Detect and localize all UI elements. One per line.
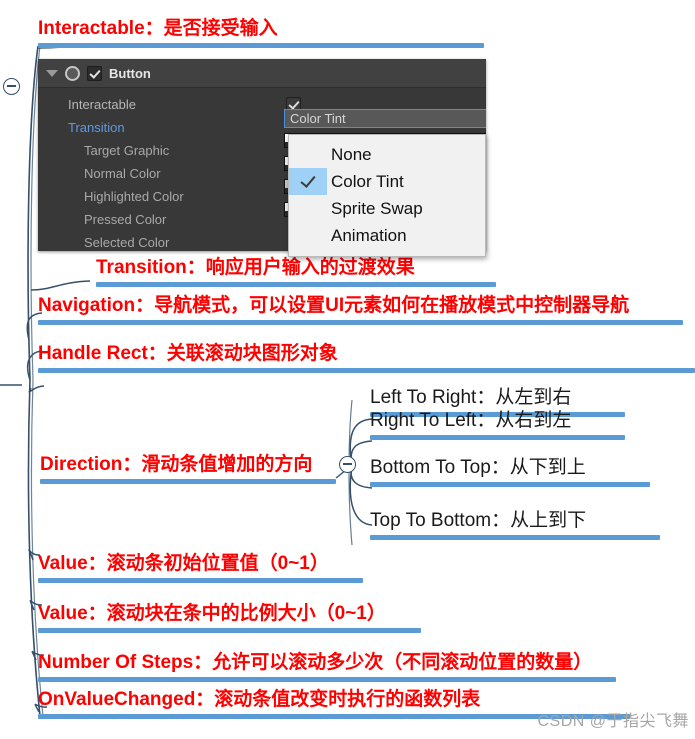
node-right-to-left-label: Right To Left：从右到左 bbox=[370, 410, 572, 431]
node-navigation-label: Navigation：导航模式，可以设置UI元素如何在播放模式中控制器导航 bbox=[38, 295, 630, 316]
node-value-size[interactable]: Value：滚动块在条中的比例大小（0~1） bbox=[38, 601, 421, 633]
row-label: Transition bbox=[68, 120, 125, 135]
node-underline bbox=[38, 320, 683, 325]
dropdown-check-slot bbox=[289, 168, 327, 195]
node-underline bbox=[38, 578, 363, 583]
node-direction-label: Direction：滑动条值增加的方向 bbox=[40, 454, 313, 475]
component-title: Button bbox=[109, 65, 151, 81]
node-number-of-steps[interactable]: Number Of Steps：允许可以滚动多少次（不同滚动位置的数量） bbox=[38, 650, 616, 682]
foldout-triangle-icon[interactable] bbox=[46, 69, 58, 77]
row-label: Normal Color bbox=[84, 166, 161, 181]
dropdown-item-animation[interactable]: Animation bbox=[289, 222, 485, 249]
node-underline bbox=[38, 628, 421, 633]
node-underline bbox=[38, 43, 484, 48]
node-underline bbox=[370, 535, 660, 540]
transition-enum-value: Color Tint bbox=[290, 111, 346, 126]
dropdown-check-slot bbox=[289, 195, 327, 222]
node-handle-rect[interactable]: Handle Rect：关联滚动块图形对象 bbox=[38, 341, 695, 373]
node-right-to-left[interactable]: Right To Left：从右到左 bbox=[370, 408, 625, 440]
direction-collapse-icon[interactable] bbox=[339, 456, 356, 473]
node-bottom-to-top-label: Bottom To Top：从下到上 bbox=[370, 457, 586, 478]
node-value-position-label: Value：滚动条初始位置值（0~1） bbox=[38, 553, 329, 574]
minus-glyph bbox=[343, 463, 352, 465]
node-interactable-label: Interactable：是否接受输入 bbox=[38, 18, 278, 39]
dropdown-item-color-tint[interactable]: Color Tint bbox=[289, 168, 485, 195]
node-underline bbox=[40, 479, 336, 484]
transition-dropdown-menu[interactable]: None Color Tint Sprite Swap Animation bbox=[288, 134, 486, 257]
root-collapse-icon[interactable] bbox=[3, 78, 20, 95]
node-value-position[interactable]: Value：滚动条初始位置值（0~1） bbox=[38, 551, 363, 583]
csdn-watermark: CSDN @于指尖飞舞 bbox=[537, 713, 689, 730]
row-label: Selected Color bbox=[84, 235, 170, 250]
node-top-to-bottom-label: Top To Bottom：从上到下 bbox=[370, 510, 587, 531]
node-navigation[interactable]: Navigation：导航模式，可以设置UI元素如何在播放模式中控制器导航 bbox=[38, 293, 683, 325]
node-underline bbox=[38, 677, 616, 682]
node-transition[interactable]: Transition：响应用户输入的过渡效果 bbox=[96, 255, 496, 287]
dropdown-check-slot bbox=[289, 141, 327, 168]
component-header: Button bbox=[38, 59, 486, 88]
node-underline bbox=[370, 482, 650, 487]
node-top-to-bottom[interactable]: Top To Bottom：从上到下 bbox=[370, 508, 660, 540]
dropdown-item-label: Animation bbox=[331, 225, 407, 245]
component-enabled-checkbox[interactable] bbox=[87, 65, 102, 81]
mindmap-canvas: Interactable：是否接受输入 Button Interactable … bbox=[0, 0, 695, 739]
node-handle-rect-label: Handle Rect：关联滚动块图形对象 bbox=[38, 343, 338, 364]
row-label: Target Graphic bbox=[84, 143, 170, 158]
row-label: Highlighted Color bbox=[84, 189, 184, 204]
row-label: Pressed Color bbox=[84, 212, 167, 227]
node-underline bbox=[370, 435, 625, 440]
node-transition-label: Transition：响应用户输入的过渡效果 bbox=[96, 257, 415, 278]
node-number-of-steps-label: Number Of Steps：允许可以滚动多少次（不同滚动位置的数量） bbox=[38, 652, 593, 673]
node-direction[interactable]: Direction：滑动条值增加的方向 bbox=[40, 452, 336, 484]
row-label: Interactable bbox=[68, 97, 136, 112]
minus-glyph bbox=[7, 85, 16, 87]
node-underline bbox=[38, 368, 695, 373]
dropdown-item-label: Color Tint bbox=[331, 171, 404, 191]
node-underline bbox=[96, 282, 496, 287]
dropdown-item-sprite-swap[interactable]: Sprite Swap bbox=[289, 195, 485, 222]
dropdown-item-none[interactable]: None bbox=[289, 141, 485, 168]
dropdown-check-slot bbox=[289, 222, 327, 249]
dropdown-item-label: Sprite Swap bbox=[331, 198, 423, 218]
node-bottom-to-top[interactable]: Bottom To Top：从下到上 bbox=[370, 455, 650, 487]
check-icon bbox=[300, 172, 316, 188]
button-component-icon bbox=[65, 65, 80, 81]
node-value-size-label: Value：滚动块在条中的比例大小（0~1） bbox=[38, 603, 386, 624]
transition-enum-field[interactable]: Color Tint bbox=[284, 109, 486, 128]
node-interactable[interactable]: Interactable：是否接受输入 bbox=[38, 16, 484, 48]
dropdown-item-label: None bbox=[331, 144, 372, 164]
